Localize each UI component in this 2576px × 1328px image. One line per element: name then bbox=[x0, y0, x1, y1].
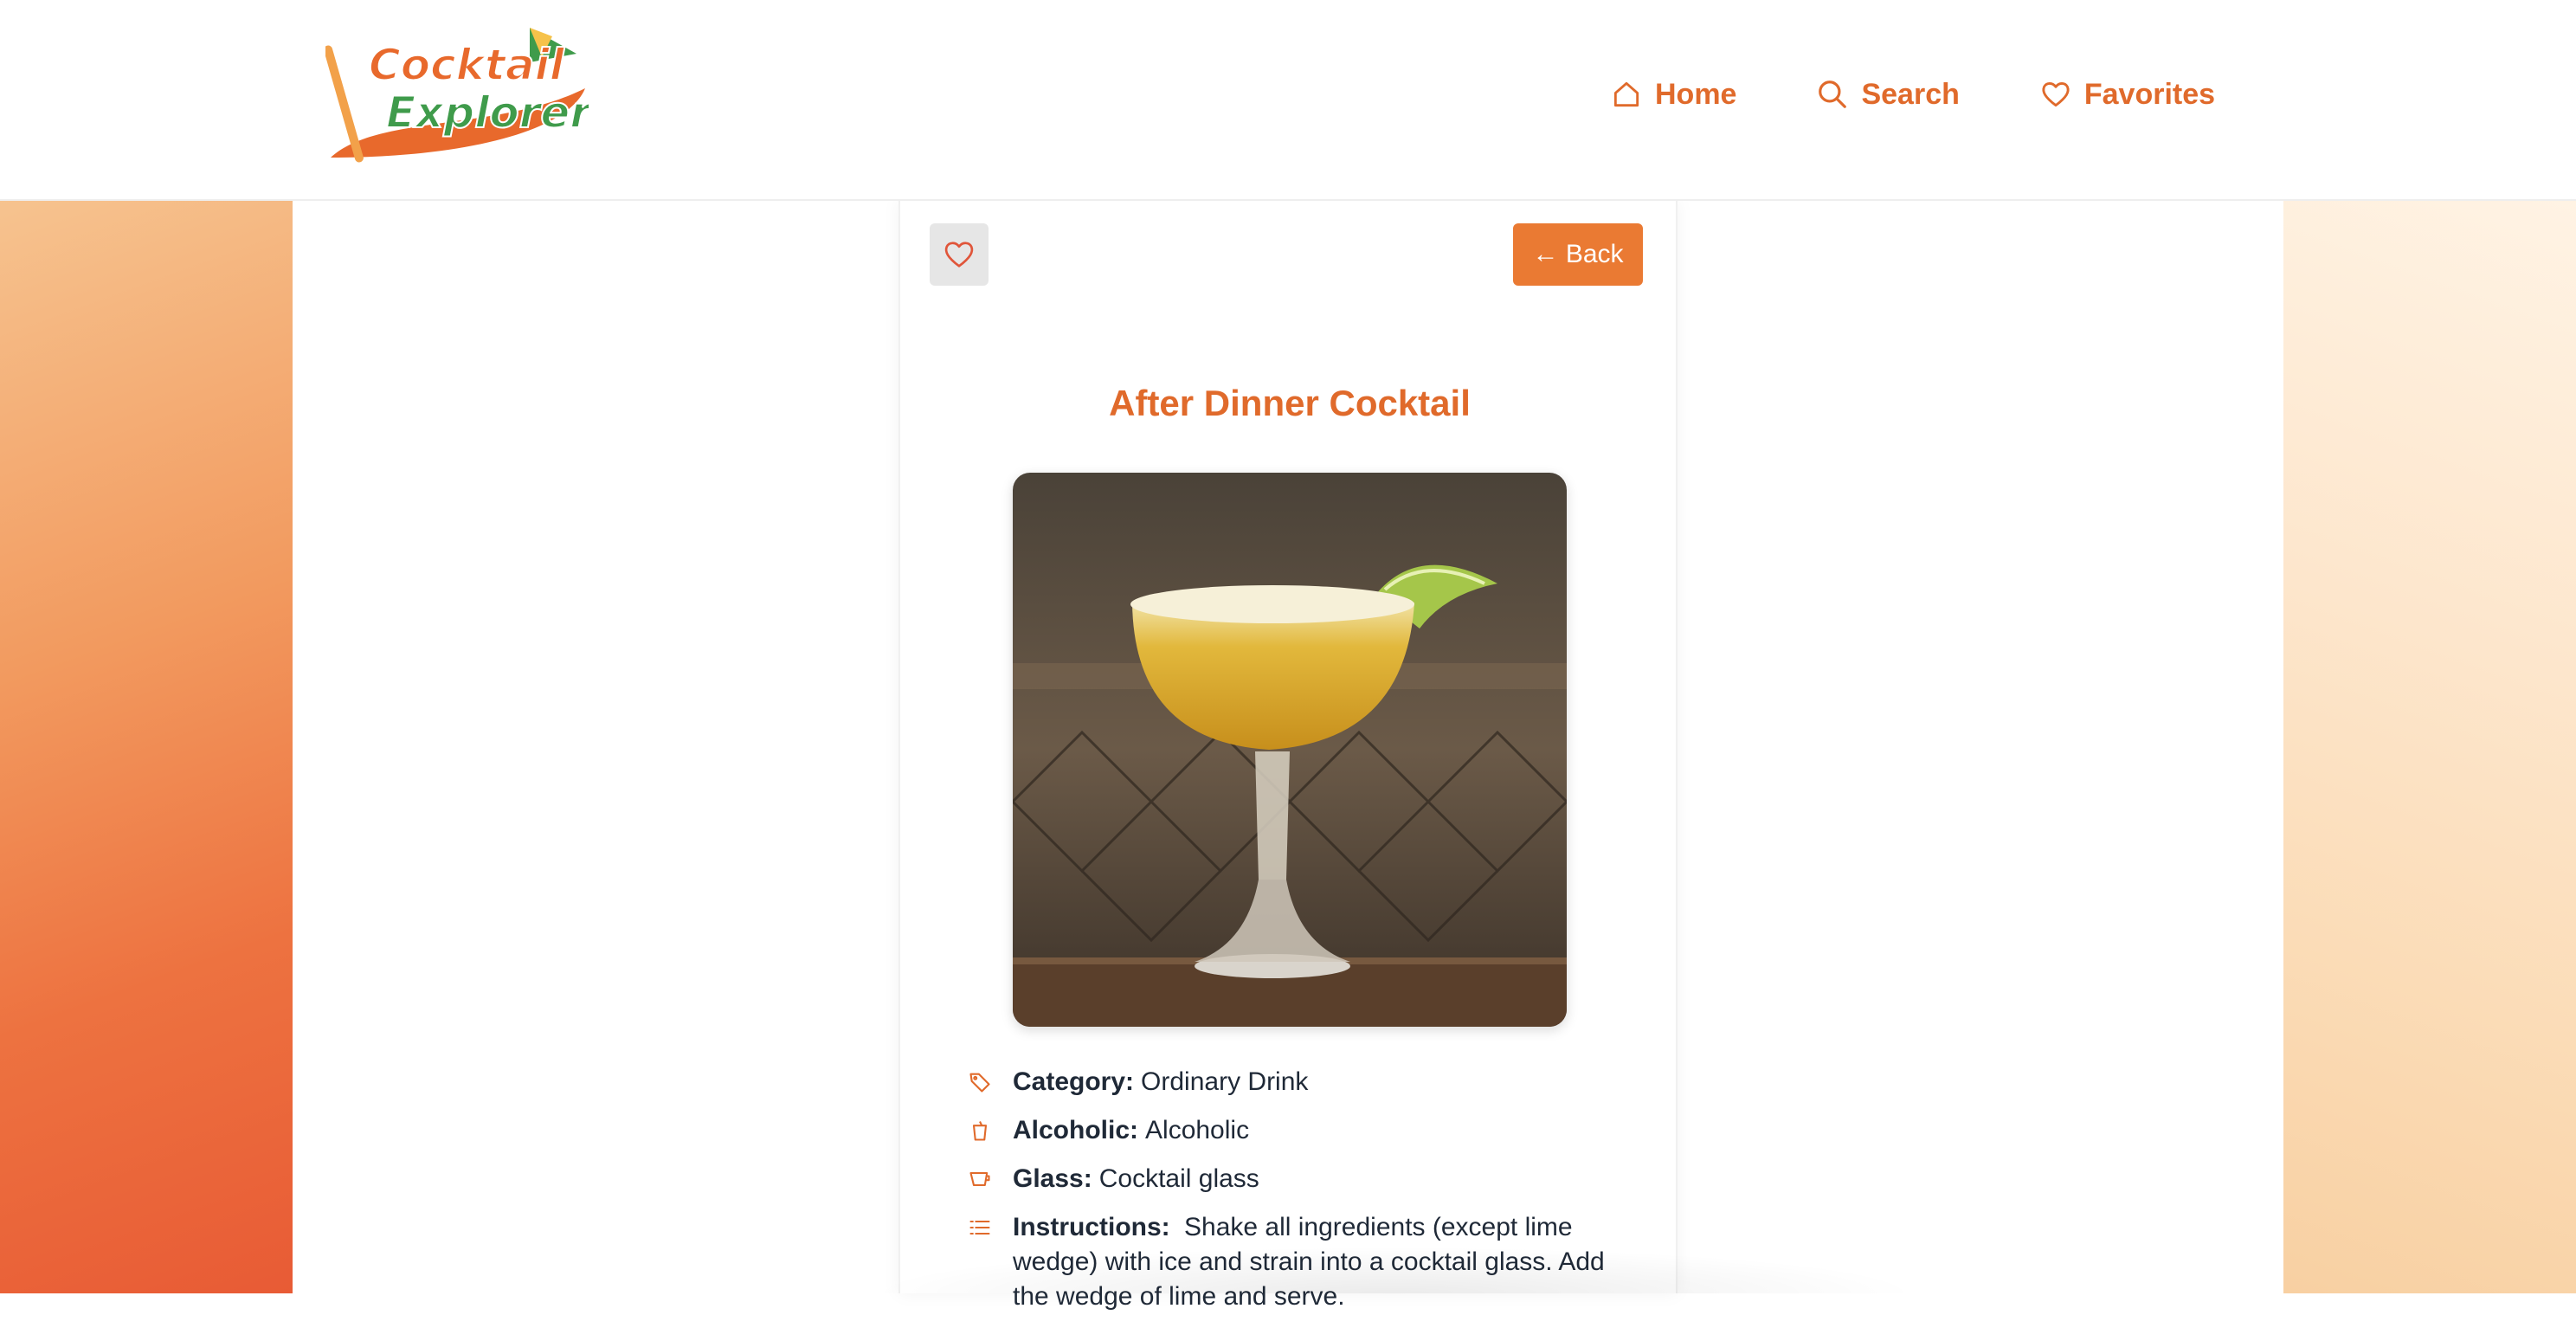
cocktail-title: After Dinner Cocktail bbox=[1109, 383, 1471, 423]
back-button[interactable]: ← Back bbox=[1513, 223, 1643, 286]
nav-favorites[interactable]: Favorites bbox=[2039, 73, 2215, 116]
nav-search[interactable]: Search bbox=[1816, 73, 1960, 116]
nav-home[interactable]: Home bbox=[1610, 73, 1736, 116]
nav-home-label: Home bbox=[1655, 77, 1737, 111]
heart-icon bbox=[2042, 82, 2070, 107]
detail-row-glass: Glass: Cocktail glass bbox=[968, 1162, 1626, 1196]
cocktail-image bbox=[1013, 473, 1567, 1027]
main-nav: Home Search Favorites bbox=[1610, 73, 2295, 116]
site-logo[interactable]: Cocktail Explorer bbox=[324, 19, 595, 164]
glass-icon bbox=[969, 1171, 990, 1187]
nav-search-label: Search bbox=[1861, 77, 1960, 111]
site-header: Cocktail Explorer Home Search Favorites bbox=[0, 0, 2576, 201]
heart-outline-icon bbox=[944, 242, 974, 268]
nav-favorites-label: Favorites bbox=[2083, 77, 2216, 111]
detail-value: Ordinary Drink bbox=[1141, 1067, 1309, 1096]
cocktail-detail-card: ← Back After Dinner Cocktail Category: O… bbox=[898, 201, 1678, 1311]
svg-text:Cocktail: Cocktail bbox=[369, 40, 565, 90]
logo-image: Cocktail Explorer bbox=[324, 28, 595, 163]
detail-row-alcoholic: Alcoholic: Alcoholic bbox=[968, 1113, 1626, 1148]
search-icon bbox=[1819, 81, 1847, 108]
detail-value: Alcoholic bbox=[1145, 1116, 1250, 1144]
detail-row-category: Category: Ordinary Drink bbox=[968, 1065, 1626, 1099]
cocktail-photo-illustration bbox=[1013, 473, 1567, 1027]
detail-label: Alcoholic: bbox=[1013, 1116, 1139, 1144]
detail-value: Cocktail glass bbox=[1098, 1164, 1259, 1193]
favorite-toggle-button[interactable] bbox=[930, 223, 989, 286]
svg-text:Explorer: Explorer bbox=[386, 87, 589, 138]
tag-icon bbox=[969, 1073, 990, 1093]
detail-label: Glass: bbox=[1013, 1164, 1092, 1193]
cup-icon bbox=[972, 1121, 988, 1141]
detail-label: Category: bbox=[1013, 1067, 1135, 1096]
bottom-shadow bbox=[866, 1247, 1922, 1293]
background-gradient-left bbox=[0, 201, 293, 1293]
detail-label: Instructions: bbox=[1013, 1213, 1170, 1241]
home-icon bbox=[1613, 81, 1639, 107]
background-gradient-right bbox=[2283, 201, 2576, 1293]
list-icon bbox=[969, 1220, 990, 1235]
